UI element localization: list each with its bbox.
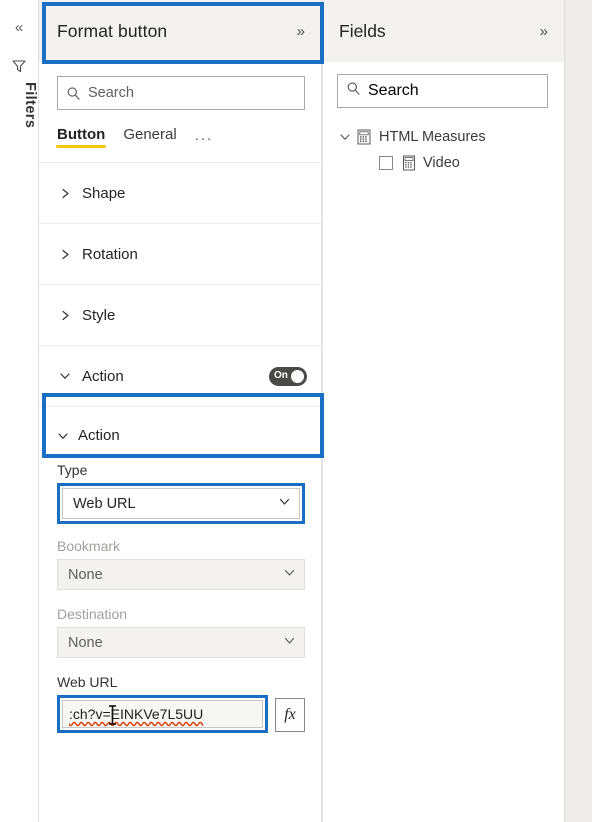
section-rotation-label: Rotation: [82, 245, 138, 263]
fields-tree: HTML Measures Video: [323, 124, 564, 176]
fields-search-input[interactable]: Search: [337, 74, 548, 108]
tab-general[interactable]: General: [123, 126, 176, 148]
action-toggle-switch[interactable]: On: [269, 366, 307, 386]
table-measure-icon: [357, 129, 372, 145]
fields-pane-header: Fields »: [323, 0, 564, 62]
fields-pane-title: Fields: [339, 20, 386, 41]
format-search-placeholder: Search: [88, 85, 134, 101]
format-sections-list: Shape Rotation Style Action On: [39, 162, 321, 406]
destination-field-label: Destination: [57, 606, 128, 622]
type-dropdown-value: Web URL: [73, 495, 136, 512]
chevron-down-icon: [283, 634, 296, 652]
chevron-down-icon: [57, 430, 69, 442]
toggle-knob: [291, 369, 304, 383]
filters-rail: « Filters: [0, 0, 39, 822]
power-bi-report-view: « Filters Format button » Search Button …: [0, 0, 592, 822]
search-icon: [66, 86, 81, 101]
tab-button[interactable]: Button: [55, 126, 107, 148]
format-pane-tabs: Button General ...: [55, 126, 321, 148]
fields-tree-group-label: HTML Measures: [379, 129, 486, 145]
chevron-right-icon: [57, 249, 73, 260]
fx-label: fx: [284, 706, 296, 723]
fields-tree-item-video[interactable]: Video: [323, 150, 564, 176]
web-url-row: :ch?v=EINKVe7L5UU fx: [57, 695, 305, 733]
chevron-right-icon: [57, 310, 73, 321]
section-style-label: Style: [82, 306, 116, 324]
format-pane-header: Format button »: [39, 0, 321, 62]
action-section-body: Action Type Web URL Bookmark None Destin…: [39, 406, 321, 733]
bookmark-dropdown[interactable]: None: [57, 559, 305, 590]
format-search-input[interactable]: Search: [57, 76, 305, 110]
bookmark-dropdown-value: None: [68, 566, 103, 583]
format-pane: Format button » Search Button General ..…: [39, 0, 322, 822]
type-dropdown[interactable]: Web URL: [62, 488, 300, 519]
section-shape-label: Shape: [82, 184, 126, 202]
section-rotation[interactable]: Rotation: [39, 223, 321, 284]
tab-button-label: Button: [57, 126, 106, 143]
action-toggle-state: On: [274, 370, 288, 381]
chevron-double-left-icon[interactable]: «: [0, 20, 38, 35]
web-url-field-label: Web URL: [57, 674, 118, 690]
destination-dropdown-value: None: [68, 634, 103, 651]
search-icon: [346, 81, 361, 101]
tab-overflow-button[interactable]: ...: [195, 127, 214, 148]
fields-tree-group-html-measures[interactable]: HTML Measures: [323, 124, 564, 150]
field-checkbox-video[interactable]: [379, 156, 393, 170]
tab-overflow-label: ...: [194, 127, 214, 144]
fields-tree-item-label: Video: [423, 155, 460, 171]
fields-search-placeholder: Search: [368, 82, 419, 99]
web-url-input[interactable]: :ch?v=EINKVe7L5UU: [62, 700, 263, 728]
chevron-down-icon: [278, 495, 291, 513]
format-pane-title: Format button: [57, 20, 168, 41]
section-action[interactable]: Action On: [39, 345, 321, 406]
filters-label: Filters: [22, 82, 38, 129]
section-action-label: Action: [82, 367, 124, 385]
web-url-input-highlight: :ch?v=EINKVe7L5UU: [57, 695, 268, 733]
section-shape[interactable]: Shape: [39, 162, 321, 223]
right-edge-strip: [564, 0, 592, 822]
chevron-down-icon: [57, 370, 73, 382]
type-field-label: Type: [57, 462, 88, 478]
filter-funnel-icon[interactable]: [11, 58, 27, 74]
type-dropdown-highlight: Web URL: [57, 483, 305, 524]
section-style[interactable]: Style: [39, 284, 321, 345]
action-subsection-label: Action: [78, 427, 120, 444]
chevron-down-icon: [283, 566, 296, 584]
action-subsection-header[interactable]: Action: [57, 427, 305, 444]
bookmark-field-label: Bookmark: [57, 538, 121, 554]
web-url-value: :ch?v=EINKVe7L5UU: [69, 706, 204, 722]
chevron-double-right-icon[interactable]: »: [297, 24, 305, 39]
chevron-down-icon[interactable]: [337, 131, 353, 143]
tab-general-label: General: [123, 126, 177, 143]
chevron-double-right-icon[interactable]: »: [540, 24, 548, 39]
web-url-fx-button[interactable]: fx: [275, 698, 305, 732]
fields-pane: Fields » Search HTML Measures Video: [322, 0, 564, 822]
destination-dropdown[interactable]: None: [57, 627, 305, 658]
chevron-right-icon: [57, 188, 73, 199]
measure-icon: [402, 155, 416, 171]
